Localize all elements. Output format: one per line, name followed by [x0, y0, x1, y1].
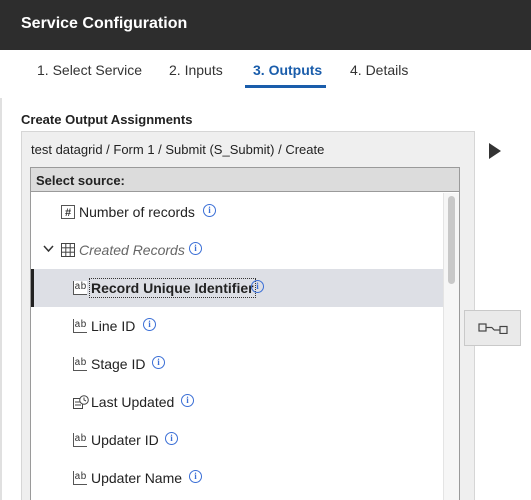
tree-item-updater-id[interactable]: ab Updater ID i [31, 421, 443, 459]
window-title: Service Configuration [21, 15, 188, 32]
breadcrumb: test datagrid / Form 1 / Submit (S_Submi… [31, 142, 325, 157]
source-list: Select source: # Number of records i Cre… [30, 167, 460, 500]
tab-outputs[interactable]: 3. Outputs [253, 62, 322, 78]
info-icon[interactable]: i [203, 204, 216, 217]
tree-item-label: Last Updated [91, 394, 175, 410]
info-icon[interactable]: i [189, 242, 202, 255]
left-divider [0, 98, 2, 500]
tree-item-stage-id[interactable]: ab Stage ID i [31, 345, 443, 383]
text-field-icon: ab [73, 319, 87, 333]
play-icon[interactable] [488, 142, 502, 160]
map-connector-button[interactable] [464, 310, 521, 346]
tree-item-label: Stage ID [91, 356, 146, 372]
tree-item-updater-name[interactable]: ab Updater Name i [31, 459, 443, 497]
info-icon[interactable]: i [152, 356, 165, 369]
info-icon[interactable]: i [165, 432, 178, 445]
table-icon [61, 243, 75, 257]
datetime-field-icon [73, 395, 89, 409]
tab-details[interactable]: 4. Details [350, 62, 408, 78]
wizard-tabs: 1. Select Service 2. Inputs 3. Outputs 4… [0, 50, 531, 98]
tree-item-label: Updater ID [91, 432, 159, 448]
tree-item-label: Updater Name [91, 470, 183, 486]
source-header: Select source: [31, 168, 459, 192]
info-icon[interactable]: i [181, 394, 194, 407]
title-bar: Service Configuration [0, 0, 531, 50]
text-field-icon: ab [73, 471, 87, 485]
tree-item-label: Number of records [79, 204, 195, 220]
connector-icon [478, 323, 508, 334]
tree-item-record-unique-identifier[interactable]: ab Record Unique Identifier i [31, 269, 443, 307]
info-icon[interactable]: i [251, 280, 264, 293]
tree-item-label: Record Unique Identifier [89, 278, 256, 298]
tree-scrollbar[interactable] [443, 193, 459, 500]
text-field-icon: ab [73, 281, 87, 295]
output-assignment-panel: test datagrid / Form 1 / Submit (S_Submi… [21, 131, 475, 500]
tree-item-line-id[interactable]: ab Line ID i [31, 307, 443, 345]
chevron-down-icon[interactable] [43, 245, 54, 253]
tree-item-label: Line ID [91, 318, 136, 334]
info-icon[interactable]: i [189, 470, 202, 483]
text-field-icon: ab [73, 357, 87, 371]
tab-select-service[interactable]: 1. Select Service [37, 62, 142, 78]
info-icon[interactable]: i [143, 318, 156, 331]
tree-item-label: Created Records [79, 242, 185, 258]
source-tree: # Number of records i Created Records i [31, 193, 443, 500]
hash-icon: # [61, 205, 75, 219]
tree-item-number-of-records[interactable]: # Number of records i [31, 193, 443, 231]
text-field-icon: ab [73, 433, 87, 447]
source-header-label: Select source: [36, 173, 125, 188]
active-tab-indicator [245, 85, 326, 88]
tab-inputs[interactable]: 2. Inputs [169, 62, 223, 78]
scrollbar-thumb[interactable] [448, 196, 455, 284]
tree-item-created-records[interactable]: Created Records i [31, 231, 443, 269]
section-title: Create Output Assignments [21, 112, 193, 127]
tree-item-last-updated[interactable]: Last Updated i [31, 383, 443, 421]
